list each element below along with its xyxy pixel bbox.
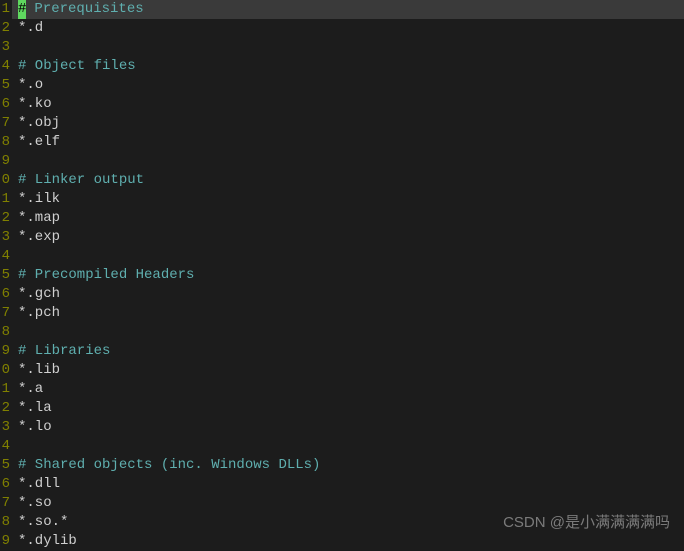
line-number: 0 [0, 361, 10, 380]
comment-text: # Shared objects (inc. Windows DLLs) [18, 457, 320, 473]
code-line[interactable]: # Precompiled Headers [18, 266, 684, 285]
code-text: *.pch [18, 305, 60, 321]
code-line[interactable]: *.map [18, 209, 684, 228]
editor-content[interactable]: # Prerequisites*.d# Object files*.o*.ko*… [12, 0, 684, 551]
line-number: 9 [0, 152, 10, 171]
code-line[interactable]: *.la [18, 399, 684, 418]
line-number: 8 [0, 133, 10, 152]
code-line[interactable]: *.ilk [18, 190, 684, 209]
code-line[interactable]: # Object files [18, 57, 684, 76]
code-line[interactable]: *.so.* [18, 513, 684, 532]
comment-text: # Object files [18, 58, 136, 74]
code-text: *.so [18, 495, 52, 511]
code-line[interactable]: *.ko [18, 95, 684, 114]
code-line[interactable]: *.gch [18, 285, 684, 304]
line-number: 2 [0, 19, 10, 38]
code-line[interactable]: *.d [18, 19, 684, 38]
code-line[interactable]: *.obj [18, 114, 684, 133]
code-text: *.so.* [18, 514, 68, 530]
code-line[interactable]: *.dll [18, 475, 684, 494]
line-number: 8 [0, 323, 10, 342]
code-line[interactable]: # Linker output [18, 171, 684, 190]
code-line[interactable]: *.lib [18, 361, 684, 380]
code-line[interactable]: *.pch [18, 304, 684, 323]
line-number: 5 [0, 266, 10, 285]
code-text: *.dylib [18, 533, 77, 549]
code-line[interactable]: *.lo [18, 418, 684, 437]
line-number: 3 [0, 228, 10, 247]
code-line[interactable] [18, 323, 684, 342]
comment-text: Prerequisites [26, 1, 144, 17]
line-number: 9 [0, 342, 10, 361]
code-line[interactable]: *.so [18, 494, 684, 513]
code-line[interactable]: *.a [18, 380, 684, 399]
code-text: *.d [18, 20, 43, 36]
code-text: *.o [18, 77, 43, 93]
line-number: 5 [0, 456, 10, 475]
code-text: *.ko [18, 96, 52, 112]
code-line[interactable] [18, 437, 684, 456]
line-number: 2 [0, 209, 10, 228]
code-line[interactable]: # Shared objects (inc. Windows DLLs) [18, 456, 684, 475]
line-number: 1 [0, 0, 10, 19]
line-number: 5 [0, 76, 10, 95]
line-number: 7 [0, 304, 10, 323]
line-number: 7 [0, 114, 10, 133]
line-number: 1 [0, 190, 10, 209]
line-number: 6 [0, 285, 10, 304]
code-text: *.ilk [18, 191, 60, 207]
line-number: 4 [0, 57, 10, 76]
code-text: *.a [18, 381, 43, 397]
comment-text: # Precompiled Headers [18, 267, 194, 283]
code-text: *.la [18, 400, 52, 416]
code-line[interactable]: # Libraries [18, 342, 684, 361]
code-editor[interactable]: 12345678901234567890123456789 # Prerequi… [0, 0, 684, 551]
code-line[interactable]: # Prerequisites [12, 0, 684, 19]
code-text: *.elf [18, 134, 60, 150]
line-number: 6 [0, 95, 10, 114]
code-text: *.gch [18, 286, 60, 302]
code-text: *.map [18, 210, 60, 226]
line-number: 4 [0, 247, 10, 266]
cursor: # [18, 0, 26, 19]
line-number: 7 [0, 494, 10, 513]
code-line[interactable] [18, 152, 684, 171]
code-text: *.exp [18, 229, 60, 245]
line-number: 3 [0, 418, 10, 437]
code-line[interactable] [18, 247, 684, 266]
line-number: 2 [0, 399, 10, 418]
line-number: 9 [0, 532, 10, 551]
comment-text: # Linker output [18, 172, 144, 188]
line-number: 8 [0, 513, 10, 532]
comment-text: # Libraries [18, 343, 110, 359]
code-line[interactable]: *.elf [18, 133, 684, 152]
code-line[interactable]: *.dylib [18, 532, 684, 551]
code-line[interactable]: *.exp [18, 228, 684, 247]
line-number-gutter: 12345678901234567890123456789 [0, 0, 12, 551]
line-number: 6 [0, 475, 10, 494]
line-number: 4 [0, 437, 10, 456]
code-text: *.obj [18, 115, 60, 131]
line-number: 1 [0, 380, 10, 399]
code-line[interactable]: *.o [18, 76, 684, 95]
code-text: *.lo [18, 419, 52, 435]
line-number: 0 [0, 171, 10, 190]
code-text: *.dll [18, 476, 60, 492]
code-line[interactable] [18, 38, 684, 57]
line-number: 3 [0, 38, 10, 57]
code-text: *.lib [18, 362, 60, 378]
